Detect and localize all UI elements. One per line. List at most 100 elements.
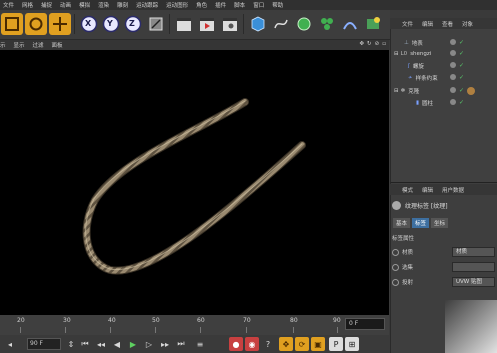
- visibility-dot[interactable]: [450, 39, 456, 45]
- key-position-button[interactable]: ✥: [279, 337, 293, 351]
- animate-dot-icon[interactable]: [392, 263, 399, 271]
- array-button[interactable]: [316, 13, 338, 35]
- coordinate-system-button[interactable]: [145, 13, 167, 35]
- play-button[interactable]: ▶: [126, 337, 140, 351]
- collapse-icon[interactable]: ⊟: [394, 88, 399, 94]
- viewport-layout-icon[interactable]: ▫: [382, 41, 386, 47]
- viewport-menu-display[interactable]: 显示: [14, 41, 25, 49]
- key-param-button[interactable]: P: [329, 337, 343, 351]
- spline-pen-button[interactable]: [270, 13, 292, 35]
- material-tag-icon[interactable]: [467, 86, 476, 95]
- object-row-spline-wrap[interactable]: ≁ 样条约束 ✓: [390, 72, 497, 83]
- timeline-ruler[interactable]: 20 30 40 50 60 70 80 90: [0, 315, 389, 335]
- object-row-cylinder[interactable]: ▮ 圆柱 ✓: [390, 97, 497, 108]
- animate-dot-icon[interactable]: [392, 278, 399, 286]
- om-menu-view[interactable]: 查看: [442, 20, 453, 28]
- menu-sculpt[interactable]: 雕刻: [117, 1, 128, 9]
- menu-list-icon[interactable]: ≡: [193, 337, 207, 351]
- menu-mesh[interactable]: 网格: [22, 1, 33, 9]
- go-to-start-button[interactable]: ⏮: [78, 337, 92, 351]
- scroll-left-icon[interactable]: ◂: [3, 337, 17, 351]
- menu-motion-tracking[interactable]: 运动跟踪: [136, 1, 158, 9]
- visibility-dot[interactable]: [450, 62, 456, 68]
- next-frame-button[interactable]: ▷: [142, 337, 156, 351]
- material-field[interactable]: 材质: [452, 247, 495, 257]
- go-to-end-button[interactable]: ⏭: [174, 337, 188, 351]
- enabled-check-icon[interactable]: ✓: [459, 74, 464, 81]
- menu-file[interactable]: 文件: [3, 1, 14, 9]
- visibility-dot[interactable]: [450, 50, 456, 56]
- viewport-menu-panel[interactable]: 面板: [52, 41, 63, 49]
- render-view-button[interactable]: [173, 13, 195, 35]
- visibility-dot[interactable]: [450, 99, 456, 105]
- object-row-helix[interactable]: ʃ 螺旋 ✓: [390, 60, 497, 71]
- om-menu-file[interactable]: 文件: [402, 20, 413, 28]
- viewport-rotate-icon[interactable]: ↻: [367, 41, 372, 47]
- scene-icon: [367, 17, 380, 29]
- visibility-dot[interactable]: [450, 86, 456, 93]
- am-menu-edit[interactable]: 编辑: [422, 186, 433, 194]
- key-rotation-button[interactable]: ⟳: [295, 337, 309, 351]
- menu-help[interactable]: 帮助: [272, 1, 283, 9]
- enabled-check-icon[interactable]: ✓: [459, 62, 464, 69]
- animate-dot-icon[interactable]: [392, 248, 399, 256]
- stepper-icon[interactable]: ⇕: [64, 337, 78, 351]
- subtab-coordinates[interactable]: 坐标: [431, 218, 449, 228]
- cloner-icon: ✲: [400, 87, 406, 94]
- nurbs-icon: [297, 17, 311, 31]
- record-button[interactable]: ●: [229, 337, 243, 351]
- om-menu-objects[interactable]: 对象: [462, 20, 473, 28]
- menu-snap[interactable]: 捕捉: [41, 1, 52, 9]
- menu-window[interactable]: 窗口: [253, 1, 264, 9]
- menu-plugins[interactable]: 插件: [215, 1, 226, 9]
- am-menu-user-data[interactable]: 用户数据: [442, 186, 464, 194]
- visibility-dot[interactable]: [450, 74, 456, 80]
- enabled-check-icon[interactable]: ✓: [459, 87, 464, 95]
- enabled-check-icon[interactable]: ✓: [459, 39, 464, 46]
- om-menu-edit[interactable]: 编辑: [422, 20, 433, 28]
- menu-render[interactable]: 渲染: [98, 1, 109, 9]
- projection-select[interactable]: UVW 贴图: [452, 277, 495, 287]
- move-tool-button[interactable]: [49, 13, 71, 35]
- nurbs-button[interactable]: [293, 13, 315, 35]
- cube-button[interactable]: [247, 13, 269, 35]
- keyframe-selection-button[interactable]: ?: [261, 337, 275, 351]
- z-axis-button[interactable]: Z: [122, 13, 144, 35]
- am-menu-mode[interactable]: 模式: [402, 186, 413, 194]
- previous-frame-button[interactable]: ◀: [110, 337, 124, 351]
- y-axis-button[interactable]: Y: [100, 13, 122, 35]
- subtab-basic[interactable]: 基本: [393, 218, 411, 228]
- menu-script[interactable]: 脚本: [234, 1, 245, 9]
- selection-field[interactable]: [452, 262, 495, 272]
- menu-simulate[interactable]: 模拟: [79, 1, 90, 9]
- key-pla-button[interactable]: ⊞: [345, 337, 359, 351]
- menu-animate[interactable]: 动画: [60, 1, 71, 9]
- viewport-menu-view[interactable]: 示: [0, 41, 6, 49]
- end-frame-input[interactable]: 90 F: [27, 338, 61, 350]
- next-key-button[interactable]: ▸▸: [158, 337, 172, 351]
- x-axis-button[interactable]: X: [78, 13, 100, 35]
- object-row-cloner[interactable]: ⊟ ✲ 克隆 ✓: [390, 85, 497, 96]
- 3d-viewport[interactable]: [0, 50, 389, 315]
- viewport-menu-filter[interactable]: 过滤: [33, 41, 44, 49]
- scale-tool-button[interactable]: [1, 13, 23, 35]
- key-scale-button[interactable]: ▣: [311, 337, 325, 351]
- object-label: 地表: [411, 40, 423, 47]
- object-row-ground[interactable]: ⊥ 地表 ✓: [390, 37, 497, 48]
- menu-character[interactable]: 角色: [196, 1, 207, 9]
- enabled-check-icon[interactable]: ✓: [459, 50, 464, 57]
- auto-key-button[interactable]: ◉: [245, 337, 259, 351]
- deformer-button[interactable]: [339, 13, 361, 35]
- render-to-viewer-button[interactable]: [196, 13, 218, 35]
- viewport-maximize-icon[interactable]: ⊘: [375, 41, 380, 47]
- subtab-tag[interactable]: 标签: [412, 218, 430, 228]
- object-row-shengzi[interactable]: ⊟ L0 shengzi ✓: [390, 48, 497, 59]
- rotate-tool-button[interactable]: [25, 13, 47, 35]
- render-settings-button[interactable]: [219, 13, 241, 35]
- previous-key-button[interactable]: ◂◂: [94, 337, 108, 351]
- enabled-check-icon[interactable]: ✓: [459, 99, 464, 106]
- scene-button[interactable]: [362, 13, 384, 35]
- viewport-move-icon[interactable]: ✥: [359, 41, 364, 47]
- menu-mograph[interactable]: 运动图形: [166, 1, 188, 9]
- collapse-icon[interactable]: ⊟: [394, 51, 399, 57]
